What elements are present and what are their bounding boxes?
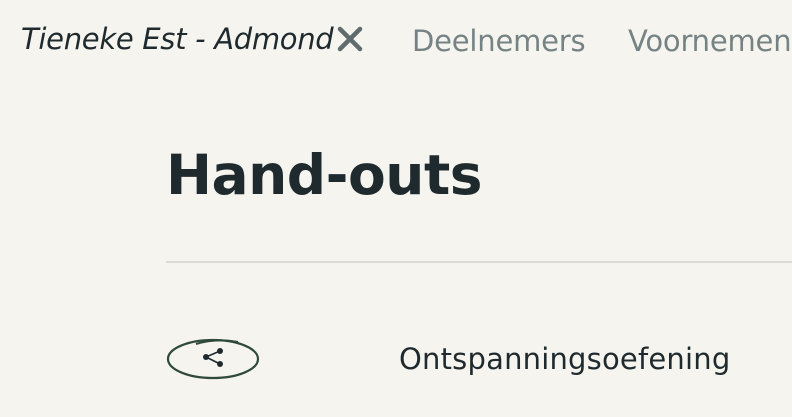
list-item: Ontspanningsoefening <box>166 330 792 390</box>
client-chip: Tieneke Est - Admond <box>21 22 365 56</box>
share-icon <box>166 338 260 380</box>
client-name: Tieneke Est - Admond <box>21 22 334 56</box>
tab-voornemens[interactable]: Voornemens <box>628 24 792 58</box>
close-icon[interactable] <box>335 24 365 54</box>
handout-title[interactable]: Ontspanningsoefening <box>399 342 730 376</box>
share-button[interactable] <box>166 336 262 380</box>
tab-deelnemers[interactable]: Deelnemers <box>412 24 586 58</box>
page-title: Hand-outs <box>166 143 482 207</box>
top-navigation: Tieneke Est - Admond Deelnemers Voorneme… <box>0 0 792 84</box>
divider <box>166 261 792 263</box>
